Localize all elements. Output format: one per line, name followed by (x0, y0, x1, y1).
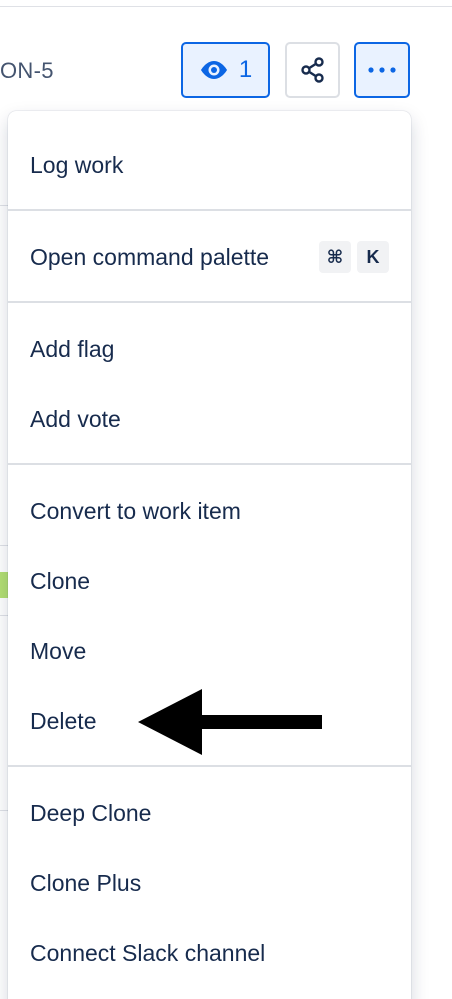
more-actions-menu: Log work Open command palette ⌘ K Add fl… (8, 111, 411, 999)
page: ON-5 1 Log work Open command palette ⌘ K… (0, 0, 452, 999)
background-status-tag (0, 572, 8, 598)
menu-item-clone[interactable]: Clone (8, 546, 411, 616)
issue-key[interactable]: ON-5 (0, 58, 54, 84)
menu-separator (8, 463, 411, 465)
menu-item-convert-to-work-item[interactable]: Convert to work item (8, 476, 411, 546)
watch-button[interactable]: 1 (181, 42, 270, 98)
menu-item-deep-clone[interactable]: Deep Clone (8, 778, 411, 848)
menu-item-connect-slack-channel[interactable]: Connect Slack channel (8, 918, 411, 988)
k-key: K (357, 241, 389, 273)
keyboard-shortcut: ⌘ K (319, 222, 389, 292)
menu-item-add-vote[interactable]: Add vote (8, 384, 411, 454)
menu-item-clone-plus[interactable]: Clone Plus (8, 848, 411, 918)
menu-item-open-command-palette[interactable]: Open command palette ⌘ K (8, 222, 411, 292)
watchers-count: 1 (238, 56, 253, 83)
menu-separator (8, 209, 411, 211)
menu-separator (8, 765, 411, 767)
menu-item-move[interactable]: Move (8, 616, 411, 686)
annotation-arrow-icon (138, 689, 322, 755)
share-icon (300, 57, 324, 83)
eye-icon (200, 61, 227, 79)
more-actions-button[interactable] (354, 42, 410, 98)
menu-item-log-work[interactable]: Log work (8, 130, 411, 200)
command-key: ⌘ (319, 241, 351, 273)
menu-item-add-flag[interactable]: Add flag (8, 314, 411, 384)
more-horizontal-icon (368, 67, 396, 73)
top-divider (0, 6, 452, 7)
menu-separator (8, 301, 411, 303)
share-button[interactable] (285, 42, 340, 98)
